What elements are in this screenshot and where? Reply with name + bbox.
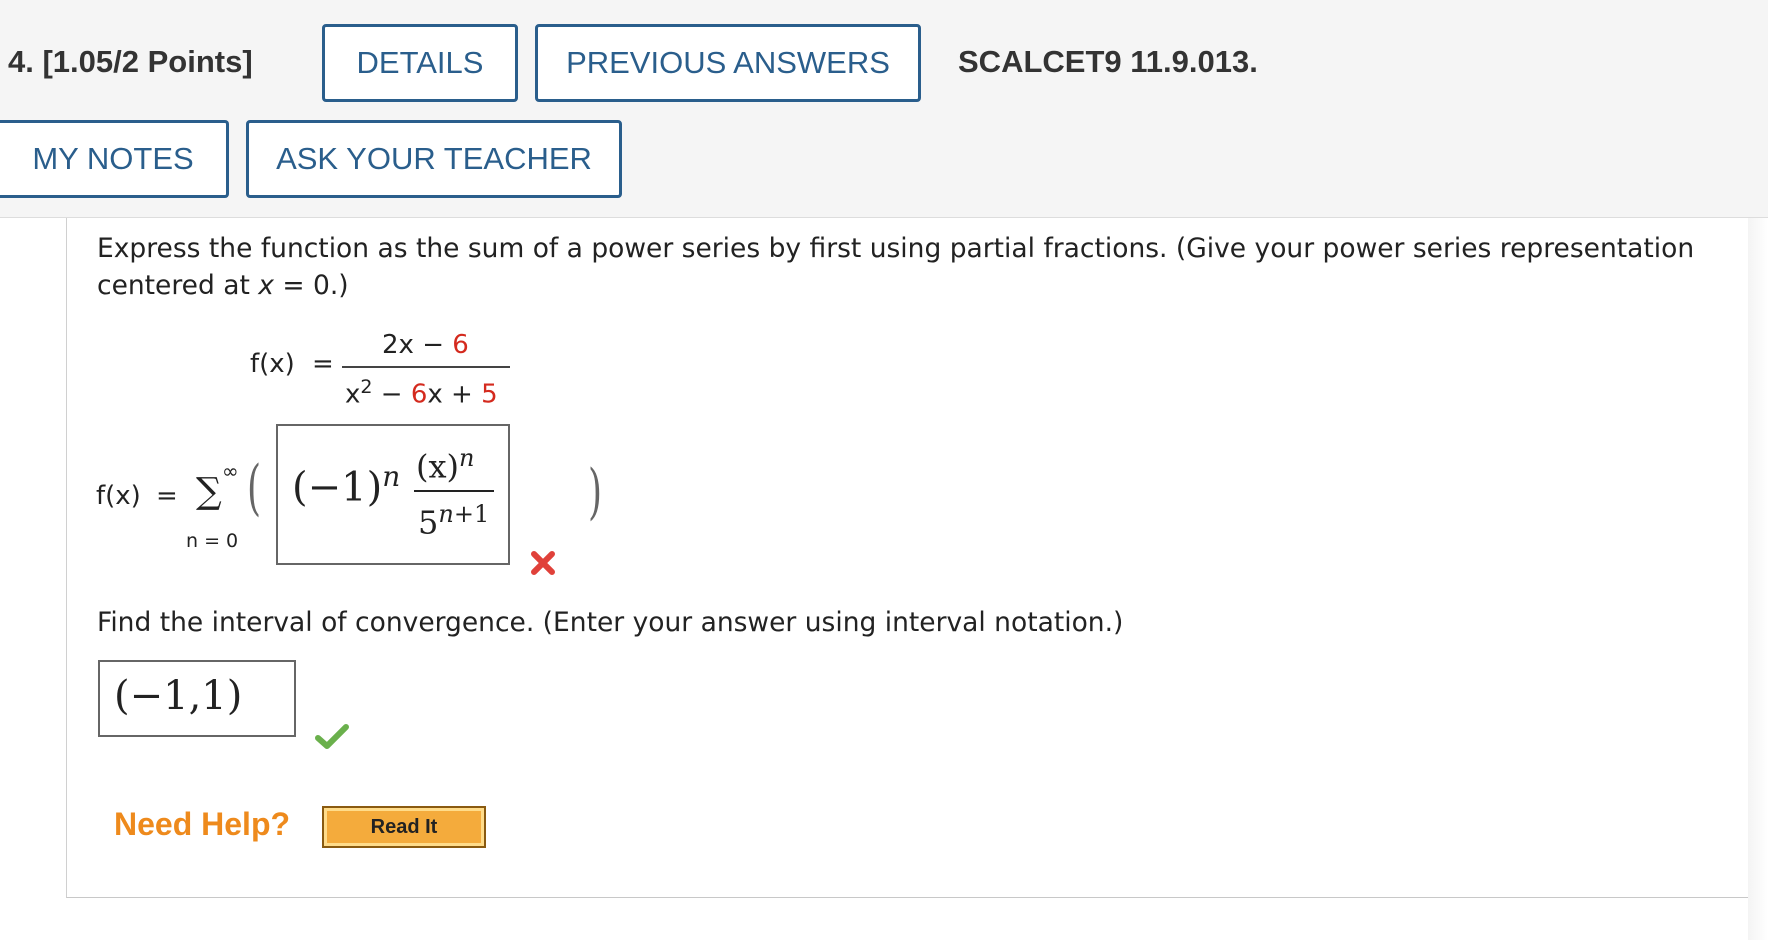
problem-reference: SCALCET9 11.9.013.	[958, 44, 1258, 79]
question-line-2: centered at x = 0.)	[97, 270, 349, 301]
my-notes-button[interactable]: MY NOTES	[0, 120, 229, 198]
fraction-bar	[342, 366, 510, 368]
correct-check-icon	[315, 724, 349, 754]
function-numerator: 2x − 6	[382, 330, 469, 360]
panel-edge-shadow	[1748, 218, 1768, 940]
points-label: 4. [1.05/2 Points]	[8, 44, 253, 79]
function-equals: =	[312, 349, 334, 379]
incorrect-x-icon	[530, 550, 556, 580]
answer-fraction-bar	[414, 490, 494, 492]
interval-answer-field[interactable]: (−1,1)	[98, 660, 296, 737]
open-paren: (	[247, 453, 262, 523]
series-equals: =	[156, 481, 178, 511]
answer-denominator: 5n+1	[418, 500, 490, 542]
sigma-symbol: ∑	[196, 471, 222, 512]
ask-your-teacher-button[interactable]: ASK YOUR TEACHER	[246, 120, 622, 198]
close-paren: )	[588, 457, 603, 527]
answer-numerator: (x)n	[416, 444, 475, 486]
series-lhs: f(x)	[96, 481, 141, 511]
read-it-button[interactable]: Read It	[322, 806, 486, 848]
function-denominator: x2 − 6x + 5	[345, 376, 498, 410]
answer-neg-one: (−1)n	[292, 460, 401, 511]
details-button[interactable]: DETAILS	[322, 24, 518, 102]
interval-answer-value: (−1,1)	[114, 673, 243, 719]
question-text: Express the function as the sum of a pow…	[97, 230, 1737, 304]
sum-lower-limit: n = 0	[186, 530, 239, 552]
question-header: 4. [1.05/2 Points] DETAILS PREVIOUS ANSW…	[0, 0, 1768, 218]
function-lhs: f(x)	[250, 349, 295, 379]
need-help-label: Need Help?	[114, 806, 291, 842]
series-answer-field[interactable]: (−1)n (x)n 5n+1	[276, 424, 510, 565]
question-line-1: Express the function as the sum of a pow…	[97, 233, 1695, 264]
sum-upper-limit: ∞	[222, 459, 239, 483]
interval-prompt: Find the interval of convergence. (Enter…	[97, 607, 1124, 638]
previous-answers-button[interactable]: PREVIOUS ANSWERS	[535, 24, 921, 102]
